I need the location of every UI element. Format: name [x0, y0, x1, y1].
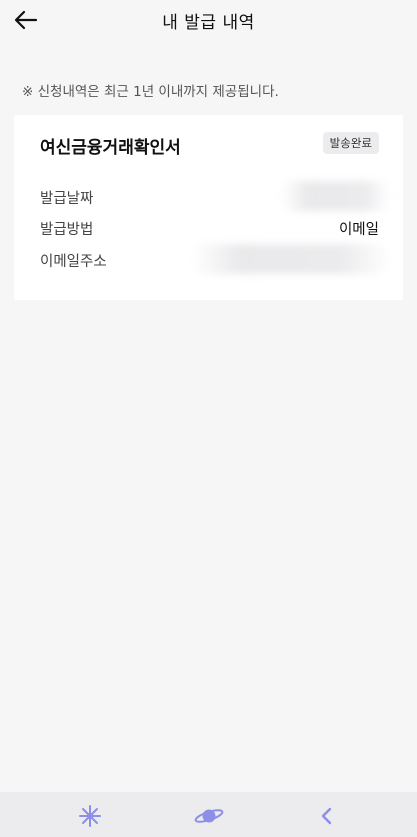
email-address-row: 이메일주소 — [40, 244, 391, 274]
redacted-email-address — [191, 244, 391, 274]
planet-icon — [194, 809, 224, 823]
issue-date-row: 발급날짜 — [40, 181, 391, 211]
chevron-left-icon — [321, 807, 332, 825]
nav-back-button[interactable] — [307, 802, 347, 830]
nav-planet-button[interactable] — [189, 802, 229, 830]
redacted-issue-date — [281, 181, 391, 211]
issue-date-label: 발급날짜 — [40, 191, 94, 207]
document-title: 여신금융거래확인서 — [40, 138, 181, 158]
issue-method-row: 발급방법 이메일 — [40, 218, 379, 240]
issue-method-value: 이메일 — [338, 222, 379, 238]
issue-method-label: 발급방법 — [40, 222, 94, 238]
issuance-card[interactable]: 여신금융거래확인서 발송완료 발급날짜 발급방법 이메일 이메일주소 — [14, 115, 403, 300]
status-badge: 발송완료 — [322, 132, 379, 154]
retention-notice: ※ 신청내역은 최근 1년 이내까지 제공됩니다. — [22, 84, 279, 100]
page-title: 내 발급 내역 — [162, 13, 255, 33]
nav-sparkle-button[interactable] — [70, 802, 110, 830]
bottom-nav-bar — [0, 792, 417, 837]
app-header: 내 발급 내역 — [0, 0, 417, 40]
sparkle-icon — [79, 805, 101, 827]
email-address-label: 이메일주소 — [40, 254, 107, 270]
